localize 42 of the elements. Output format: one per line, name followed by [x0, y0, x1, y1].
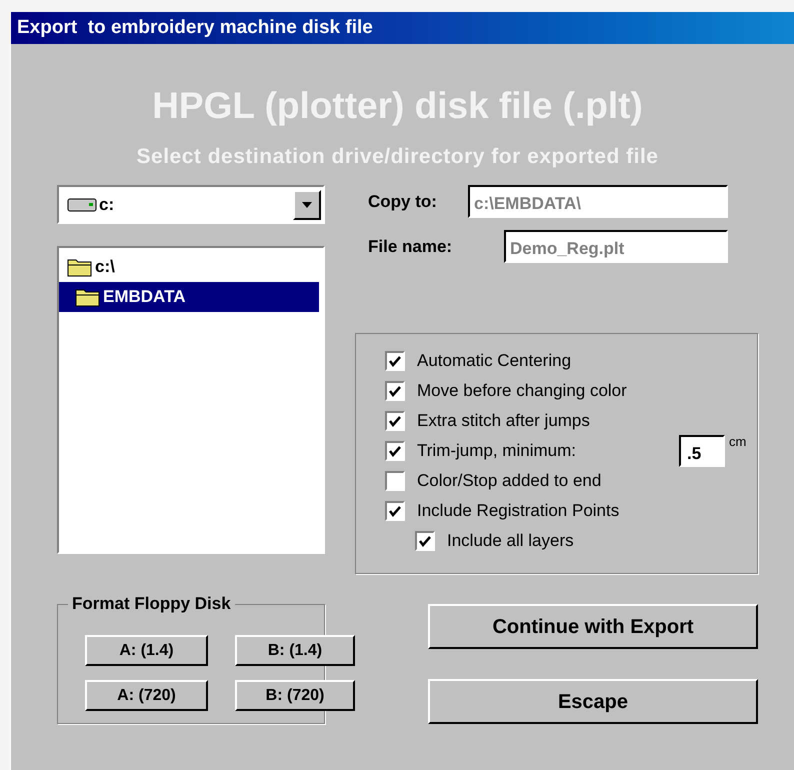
dropdown-button[interactable] — [293, 190, 321, 220]
folder-icon — [75, 287, 101, 307]
option-label: Automatic Centering — [417, 350, 572, 372]
caret-icon — [302, 202, 312, 208]
format-button[interactable]: B: (1.4) — [235, 635, 355, 666]
folder-item[interactable]: EMBDATA — [59, 282, 319, 312]
checkbox[interactable] — [385, 441, 405, 461]
file-name-label: File name: — [368, 236, 454, 258]
option-label: Include Registration Points — [417, 500, 620, 522]
format-button[interactable]: A: (720) — [85, 680, 208, 711]
file-name-field[interactable]: Demo_Reg.plt — [504, 230, 728, 263]
copy-to-label: Copy to: — [368, 190, 438, 213]
option-label: Trim-jump, minimum: — [417, 440, 577, 462]
checkmark-icon — [419, 536, 431, 546]
checkmark-icon — [389, 446, 401, 456]
checkbox[interactable] — [385, 501, 405, 521]
format-button[interactable]: B: (720) — [235, 680, 355, 711]
checkmark-icon — [389, 386, 401, 396]
checkbox[interactable] — [415, 531, 435, 551]
drive-icon — [67, 198, 97, 212]
action-button[interactable]: Escape — [428, 679, 758, 724]
checkbox[interactable] — [385, 381, 405, 401]
checkbox[interactable] — [385, 471, 405, 491]
drive-dropdown[interactable]: c: — [57, 185, 325, 224]
folder-item[interactable]: c:\ — [59, 252, 319, 282]
checkmark-icon — [389, 506, 401, 516]
checkmark-icon — [389, 356, 401, 366]
folder-icon — [67, 257, 93, 277]
checkbox[interactable] — [385, 411, 405, 431]
checkbox[interactable] — [385, 351, 405, 371]
unit-label: cm — [729, 433, 746, 451]
format-button[interactable]: A: (1.4) — [85, 635, 208, 666]
checkmark-icon — [389, 416, 401, 426]
copy-to-field[interactable]: c:\EMBDATA\ — [468, 185, 728, 218]
value-field[interactable]: .5 — [679, 435, 725, 467]
window-title: Export to embroidery machine disk file — [17, 16, 373, 40]
action-button[interactable]: Continue with Export — [428, 604, 758, 649]
option-label: Color/Stop added to end — [417, 470, 602, 492]
option-label: Extra stitch after jumps — [417, 410, 590, 432]
option-label: Include all layers — [447, 530, 574, 552]
drive-value: c: — [99, 194, 116, 216]
option-label: Move before changing color — [417, 380, 627, 402]
